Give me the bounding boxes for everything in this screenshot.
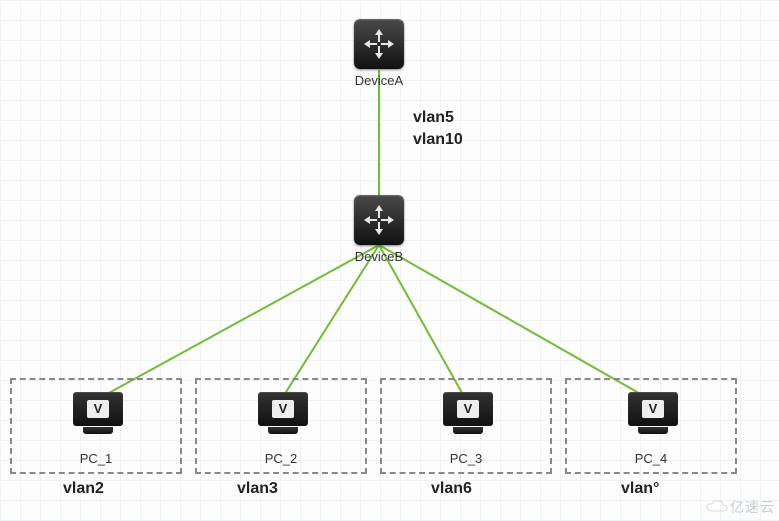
pc2-label: PC_2 [197, 451, 365, 466]
vlan-label-2: vlan3 [237, 480, 278, 498]
device-a[interactable]: DeviceA [354, 19, 404, 88]
switch-icon [354, 19, 404, 69]
pc1-label: PC_1 [12, 451, 180, 466]
watermark: 亿速云 [706, 497, 775, 517]
pc-group-4[interactable]: V PC_4 [565, 378, 737, 474]
trunk-line2: vlan10 [413, 129, 463, 151]
device-a-label: DeviceA [354, 73, 404, 88]
device-b-label: DeviceB [354, 249, 404, 264]
trunk-line1: vlan5 [413, 107, 463, 129]
pc-icon: V [443, 392, 493, 434]
vlan-label-3: vlan6 [431, 480, 472, 498]
device-b[interactable]: DeviceB [354, 195, 404, 264]
vlan-label-1: vlan2 [63, 480, 104, 498]
pc-icon: V [628, 392, 678, 434]
switch-icon [354, 195, 404, 245]
pc-group-2[interactable]: V PC_2 [195, 378, 367, 474]
trunk-vlan-label: vlan5 vlan10 [413, 107, 463, 151]
pc-group-1[interactable]: V PC_1 [10, 378, 182, 474]
pc3-label: PC_3 [382, 451, 550, 466]
pc-group-3[interactable]: V PC_3 [380, 378, 552, 474]
pc-icon: V [258, 392, 308, 434]
pc-icon: V [73, 392, 123, 434]
vlan-label-4: vlan° [621, 480, 659, 498]
pc4-label: PC_4 [567, 451, 735, 466]
